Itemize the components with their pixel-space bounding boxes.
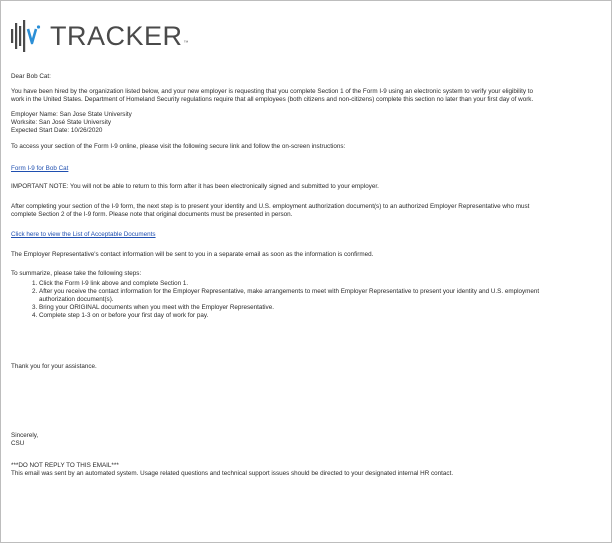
employer-name: Employer Name: San Jose State University [11, 111, 132, 118]
steps-list: Click the Form I-9 link above and comple… [11, 280, 609, 320]
intro-line-1: You have been hired by the organization … [11, 88, 533, 95]
closing: Sincerely, [11, 432, 39, 439]
after-completing-line-2: complete Section 2 of the I-9 form. Plea… [11, 211, 293, 218]
acceptable-documents-link[interactable]: Click here to view the List of Acceptabl… [11, 231, 156, 238]
logo-text: TRACKER [50, 21, 183, 51]
email-body: TRACKER ™ Dear Bob Cat: You have been hi… [0, 0, 612, 543]
thank-you: Thank you for your assistance. [11, 363, 97, 370]
step-item: Complete step 1-3 on or before your firs… [39, 312, 609, 320]
step-item: Click the Form I-9 link above and comple… [39, 280, 609, 288]
step-item: Bring your ORIGINAL documents when you m… [39, 304, 609, 312]
no-reply-warning: ***DO NOT REPLY TO THIS EMAIL*** [11, 462, 119, 469]
tracker-logo: TRACKER ™ [10, 19, 189, 53]
steps-list-container: Click the Form I-9 link above and comple… [11, 280, 609, 320]
step-item: After you receive the contact informatio… [39, 288, 609, 296]
automated-notice: This email was sent by an automated syst… [11, 470, 454, 477]
expected-start-date: Expected Start Date: 10/26/2020 [11, 127, 103, 134]
important-note: IMPORTANT NOTE: You will not be able to … [11, 183, 379, 190]
greeting: Dear Bob Cat: [11, 73, 51, 80]
access-instructions: To access your section of the Form I-9 o… [11, 143, 346, 150]
tracker-logo-bars-icon [11, 20, 41, 52]
acceptable-docs-link-row: Click here to view the List of Acceptabl… [11, 231, 156, 239]
after-completing-line-1: After completing your section of the I-9… [11, 203, 530, 210]
intro-line-2: work in the United States. Department of… [11, 96, 534, 103]
worksite: Worksite: San José State University [11, 119, 111, 126]
signature: CSU [11, 440, 25, 447]
logo-trademark: ™ [183, 40, 189, 46]
summary-intro: To summarize, please take the following … [11, 270, 142, 277]
contact-info-note: The Employer Representative's contact in… [11, 251, 374, 258]
form-i9-link[interactable]: Form I-9 for Bob Cat [11, 165, 68, 172]
step-item-continuation: authorization document(s). [39, 296, 114, 303]
form-i9-link-row: Form I-9 for Bob Cat [11, 165, 68, 173]
